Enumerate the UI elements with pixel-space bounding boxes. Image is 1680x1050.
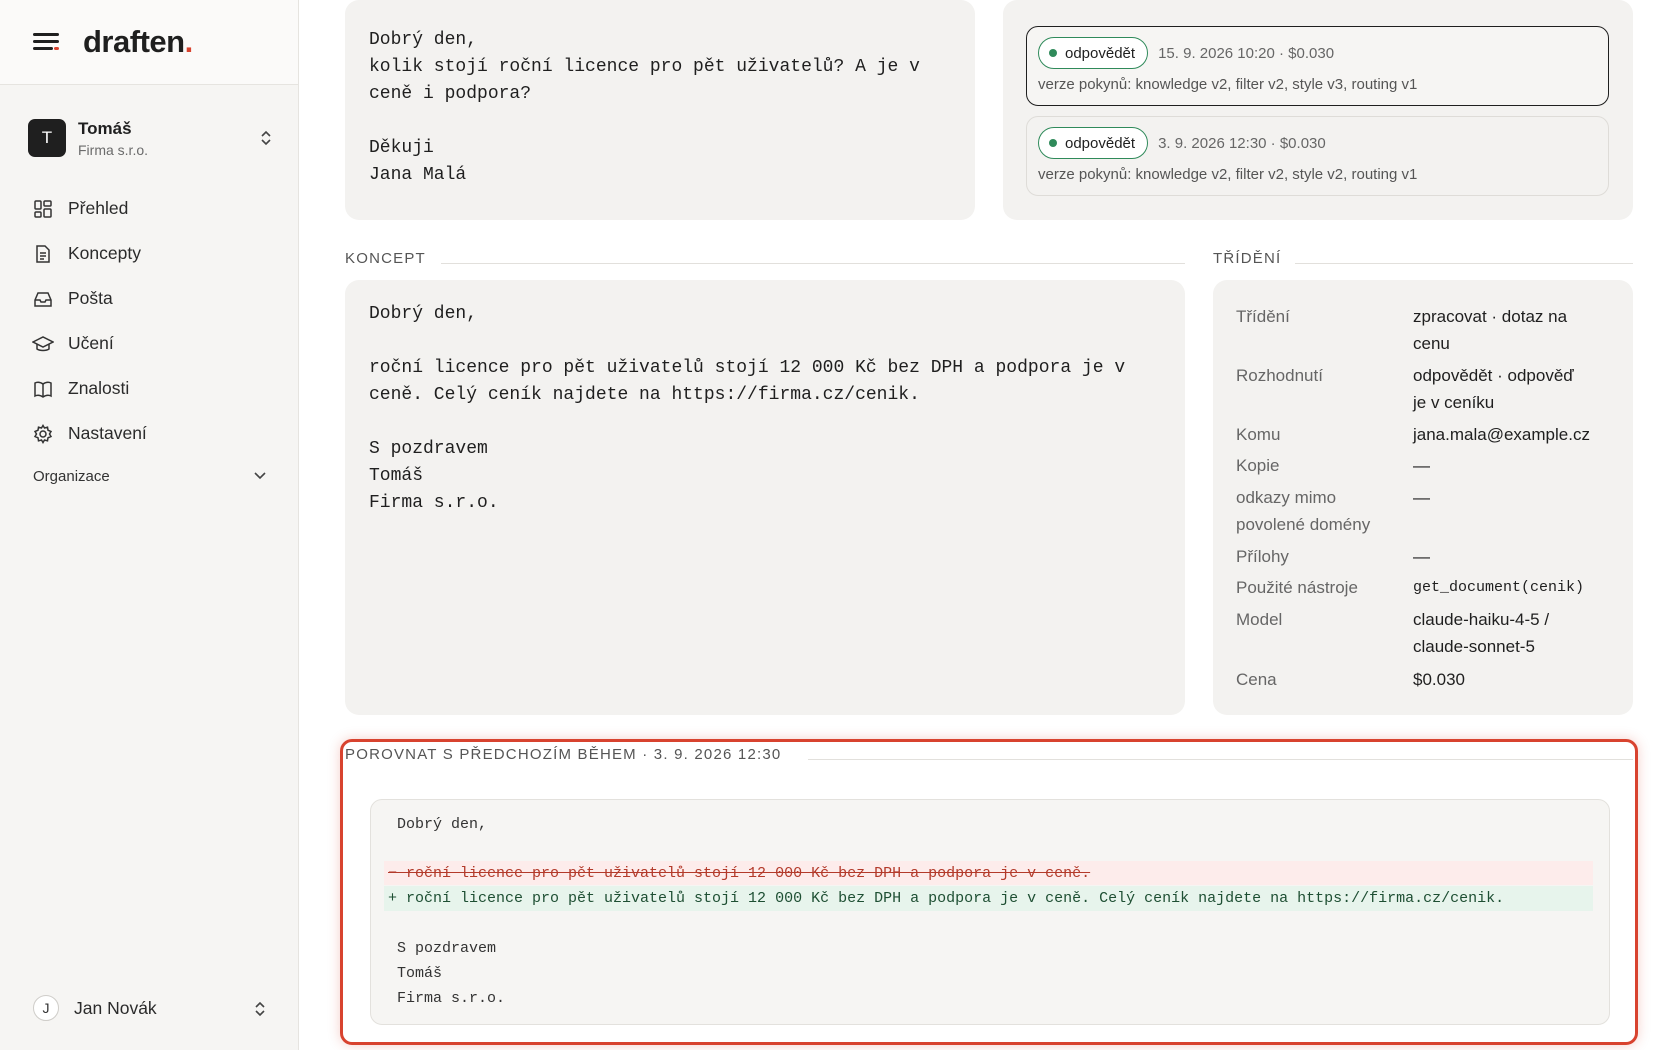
app-logo[interactable]: draften. — [83, 24, 193, 60]
trideni-value: $0.030 — [1413, 670, 1465, 689]
sidebar-item-label: Znalosti — [68, 378, 130, 398]
koncept-heading: KONCEPT — [345, 250, 426, 267]
document-icon — [32, 243, 54, 265]
organizace-toggle[interactable]: Organizace — [33, 468, 267, 485]
sidebar: draften. T Tomáš Firma s.r.o. Přehled Ko… — [0, 0, 299, 1050]
divider — [441, 263, 1185, 264]
gear-icon — [32, 423, 54, 445]
graduation-cap-icon — [32, 333, 54, 355]
trideni-value: — — [1413, 456, 1430, 475]
sidebar-item-prehled[interactable]: Přehled — [32, 186, 272, 231]
sidebar-item-posta[interactable]: Pošta — [32, 276, 272, 321]
diff-line: Tomáš — [397, 965, 443, 982]
trideni-key: Komu — [1236, 425, 1281, 444]
trideni-value: — — [1413, 488, 1430, 507]
org-name: Tomáš — [78, 118, 132, 138]
run-versions: verze pokynů: knowledge v2, filter v2, s… — [1038, 76, 1418, 93]
status-badge: odpovědět — [1038, 127, 1149, 159]
user-name: Jan Novák — [74, 997, 157, 1018]
trideni-key: Kopie — [1236, 456, 1280, 475]
trideni-key: Model — [1236, 610, 1283, 629]
recipient-email: jana.mala@example.cz — [1413, 425, 1590, 444]
chevron-up-down-icon — [259, 128, 273, 148]
diff-removed-line: − roční licence pro pět uživatelů stojí … — [388, 865, 1091, 882]
incoming-email-body: Dobrý den, kolik stojí roční licence pro… — [369, 30, 920, 185]
trideni-value: je v ceníku — [1413, 393, 1495, 412]
diff-card — [370, 799, 1610, 1025]
diff-line: Dobrý den, — [397, 816, 488, 833]
status-dot-icon — [1049, 139, 1057, 147]
run-versions: verze pokynů: knowledge v2, filter v2, s… — [1038, 166, 1418, 183]
draft-body[interactable]: Dobrý den, roční licence pro pět uživate… — [369, 301, 1125, 517]
trideni-heading: TŘÍDĚNÍ — [1213, 250, 1282, 267]
status-badge: odpovědět — [1038, 37, 1149, 69]
chevron-down-icon — [253, 468, 267, 485]
trideni-value: — — [1413, 547, 1430, 566]
inbox-icon — [32, 288, 54, 310]
trideni-key: Přílohy — [1236, 547, 1289, 566]
user-menu[interactable]: J Jan Novák — [33, 993, 267, 1023]
trideni-value: claude-sonnet-5 — [1413, 637, 1535, 656]
book-icon — [32, 378, 54, 400]
divider — [1295, 263, 1633, 264]
avatar: J — [33, 995, 59, 1021]
divider — [808, 759, 1633, 760]
org-switcher[interactable]: T Tomáš Firma s.r.o. — [28, 118, 273, 158]
diff-added-line: + roční licence pro pět uživatelů stojí … — [388, 890, 1505, 907]
chevron-up-down-icon — [253, 999, 267, 1019]
trideni-value: cenu — [1413, 334, 1450, 353]
trideni-value: claude-haiku-4-5 / — [1413, 610, 1550, 629]
sidebar-nav: Přehled Koncepty Pošta Učení Znalosti Na… — [32, 186, 272, 456]
trideni-key: Cena — [1236, 670, 1277, 689]
compare-heading: POROVNAT S PŘEDCHOZÍM BĚHEM · 3. 9. 2026… — [345, 746, 782, 763]
diff-line: S pozdravem — [397, 940, 497, 957]
trideni-key: Rozhodnutí — [1236, 366, 1323, 385]
sidebar-item-label: Pošta — [68, 288, 113, 308]
menu-icon[interactable] — [33, 32, 59, 52]
organizace-label: Organizace — [33, 468, 110, 485]
sidebar-item-koncepty[interactable]: Koncepty — [32, 231, 272, 276]
trideni-key: Použité nástroje — [1236, 578, 1358, 597]
sidebar-item-label: Přehled — [68, 198, 129, 218]
trideni-key: Třídění — [1236, 307, 1290, 326]
sidebar-item-label: Nastavení — [68, 423, 147, 443]
sidebar-item-znalosti[interactable]: Znalosti — [32, 366, 272, 411]
sidebar-header: draften. — [0, 0, 298, 85]
run-item[interactable]: odpovědět 3. 9. 2026 12:30 · $0.030 verz… — [1026, 116, 1609, 196]
trideni-key: povolené domény — [1236, 515, 1371, 534]
sidebar-item-label: Koncepty — [68, 243, 141, 263]
sidebar-item-label: Učení — [68, 333, 114, 353]
run-item[interactable]: odpovědět 15. 9. 2026 10:20 · $0.030 ver… — [1026, 26, 1609, 106]
trideni-value: get_document(cenik) — [1413, 579, 1585, 596]
status-dot-icon — [1049, 49, 1057, 57]
org-avatar: T — [28, 119, 66, 157]
dashboard-icon — [32, 198, 54, 220]
sidebar-item-uceni[interactable]: Učení — [32, 321, 272, 366]
trideni-value: odpovědět · odpověď — [1413, 366, 1574, 385]
diff-line: Firma s.r.o. — [397, 990, 506, 1007]
trideni-key: odkazy mimo — [1236, 488, 1337, 507]
trideni-value: zpracovat · dotaz na — [1413, 307, 1568, 326]
run-meta: 15. 9. 2026 10:20 · $0.030 — [1158, 44, 1335, 62]
run-meta: 3. 9. 2026 12:30 · $0.030 — [1158, 134, 1326, 152]
org-company: Firma s.r.o. — [78, 141, 149, 158]
sidebar-item-nastaveni[interactable]: Nastavení — [32, 411, 272, 456]
